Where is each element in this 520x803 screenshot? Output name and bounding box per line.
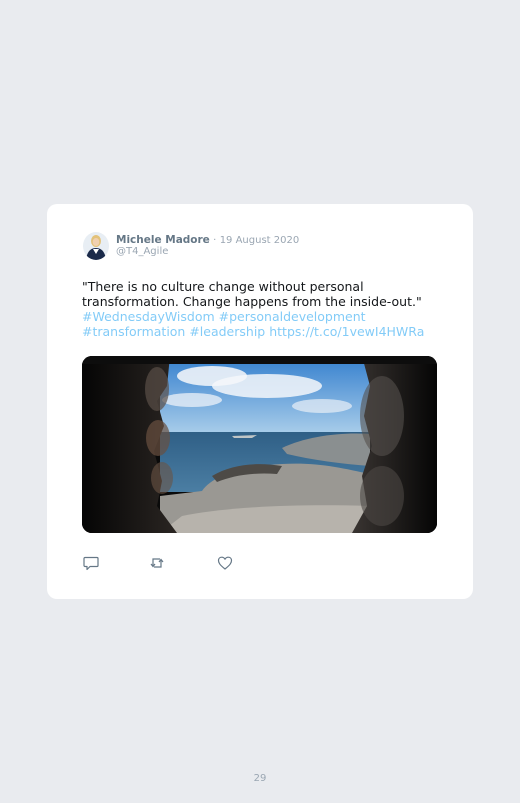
tweet-date[interactable]: 19 August 2020 (220, 235, 300, 246)
page: Michele Madore · 19 August 2020 @T4_Agil… (0, 0, 520, 803)
tweet-actions (82, 554, 252, 572)
hashtags-line-1[interactable]: #WednesdayWisdom #personaldevelopment (82, 309, 366, 324)
page-number: 29 (253, 773, 267, 784)
tweet-image[interactable] (82, 356, 437, 533)
tweet-text: "There is no culture change without pers… (82, 279, 442, 339)
hashtags-line-2[interactable]: #transformation #leadership (82, 324, 265, 339)
separator-dot: · (213, 235, 217, 246)
reply-icon[interactable] (82, 554, 100, 572)
author-handle[interactable]: @T4_Agile (116, 246, 168, 257)
heart-icon[interactable] (216, 554, 234, 572)
avatar[interactable] (83, 232, 109, 260)
retweet-icon[interactable] (148, 554, 166, 572)
tweet-card: Michele Madore · 19 August 2020 @T4_Agil… (47, 204, 473, 599)
tweet-quote: "There is no culture change without pers… (82, 279, 422, 309)
tweet-link[interactable]: https://t.co/1vewI4HWRa (269, 324, 424, 339)
author-name[interactable]: Michele Madore (116, 234, 210, 246)
